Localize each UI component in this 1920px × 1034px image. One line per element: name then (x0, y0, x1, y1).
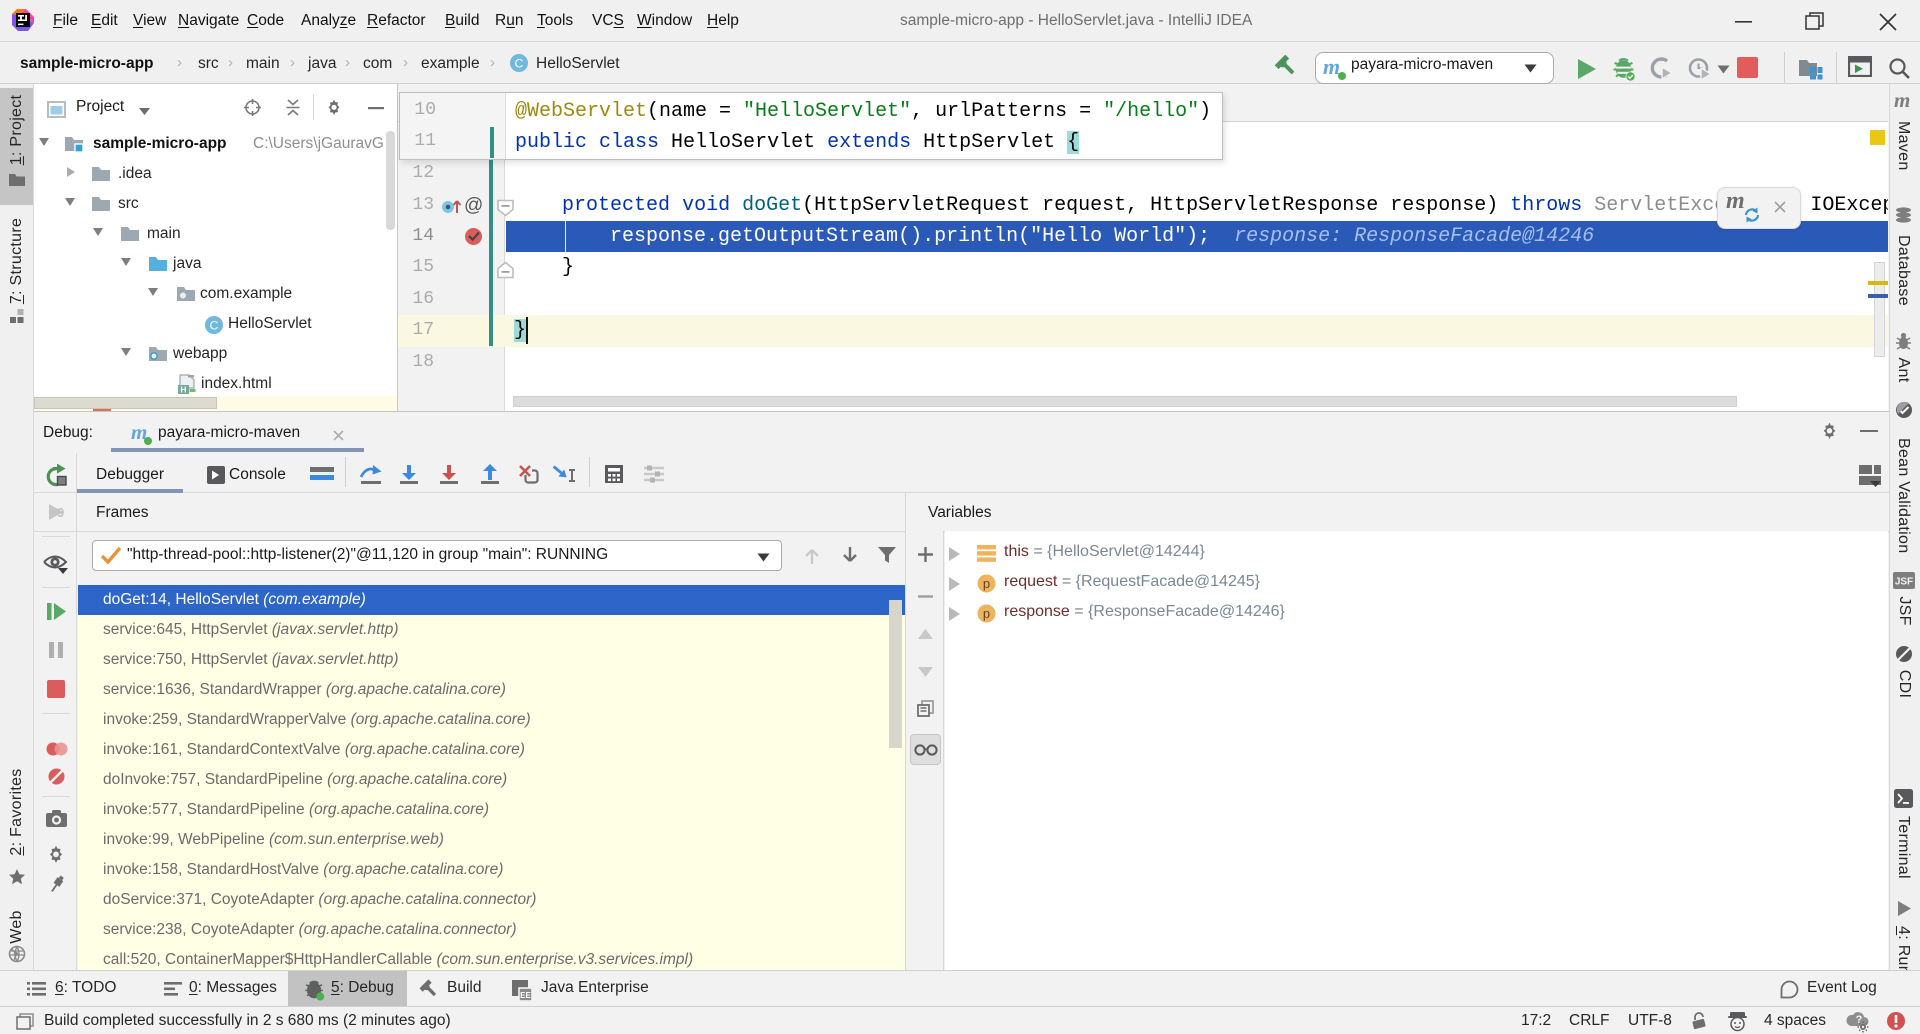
svg-text:p: p (983, 576, 990, 591)
svg-text:9: 9 (57, 505, 64, 520)
svg-text:EE: EE (520, 991, 531, 1000)
svg-text:JSF: JSF (1895, 577, 1913, 588)
svg-text:C: C (515, 57, 524, 71)
svg-text:C: C (210, 319, 219, 333)
svg-text:p: p (983, 606, 990, 621)
svg-text:H: H (180, 385, 186, 395)
